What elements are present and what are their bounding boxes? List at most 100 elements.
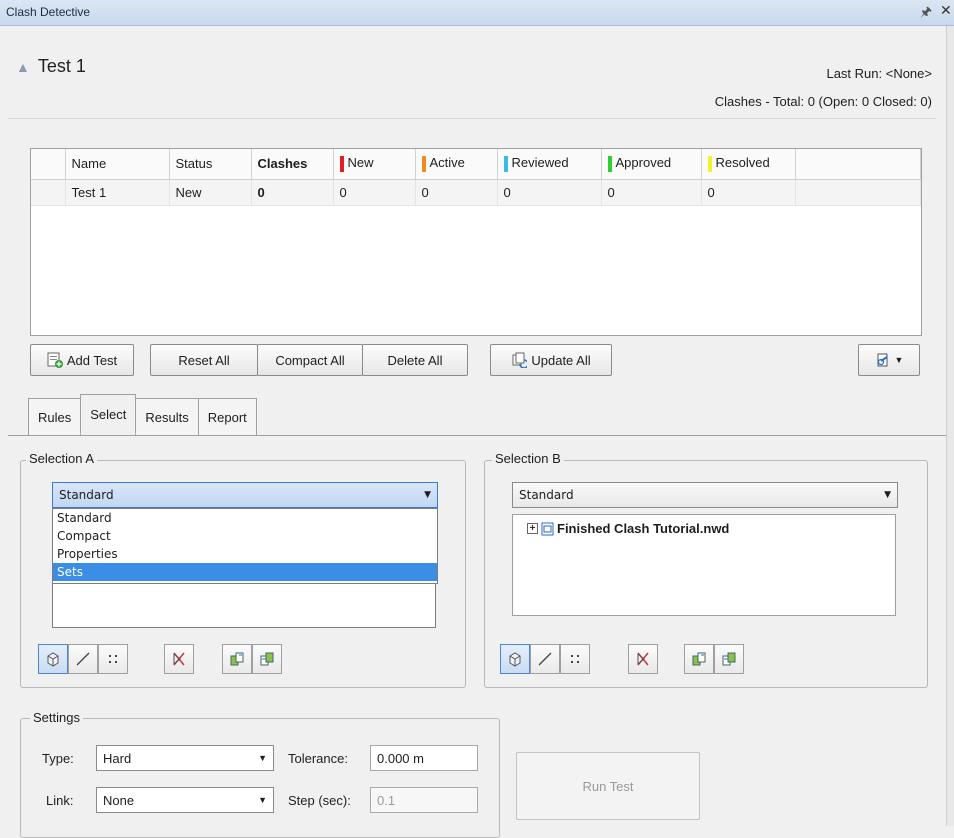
cell-active: 0 (415, 179, 498, 206)
use-current-selection-button[interactable] (684, 644, 714, 674)
points-icon (571, 655, 579, 663)
use-current-selection-icon (230, 652, 244, 666)
tab-results[interactable]: Results (135, 398, 199, 436)
points-button[interactable] (98, 644, 128, 674)
cell-status: New (169, 179, 252, 206)
chevron-down-icon: ▼ (258, 753, 267, 763)
link-label: Link: (46, 793, 74, 808)
dropdown-option-properties[interactable]: Properties (53, 545, 437, 563)
new-color-swatch (339, 156, 344, 173)
selection-b-tools (500, 644, 590, 674)
add-test-button[interactable]: Add Test (30, 344, 134, 376)
selection-a-tools (38, 644, 128, 674)
tab-report[interactable]: Report (197, 398, 257, 436)
step-input[interactable]: 0.1 (370, 787, 478, 813)
self-intersect-icon (173, 652, 185, 666)
link-dropdown[interactable]: None ▼ (96, 787, 274, 813)
tree-item-root[interactable]: + Finished Clash Tutorial.nwd (527, 521, 895, 536)
column-header-new[interactable]: New (333, 149, 416, 180)
settings-label: Settings (30, 710, 83, 725)
self-intersect-button[interactable] (164, 644, 194, 674)
use-current-selection-icon (692, 652, 706, 666)
dropdown-option-standard[interactable]: Standard (53, 509, 437, 527)
chevron-down-icon: ▼ (894, 355, 904, 365)
add-test-icon (47, 352, 63, 368)
column-header-approved[interactable]: Approved (601, 149, 702, 180)
grid-row-header (31, 149, 66, 180)
resolved-color-swatch (707, 156, 712, 173)
lines-button[interactable] (530, 644, 560, 674)
export-dropdown-button[interactable]: ▼ (858, 344, 920, 376)
tests-grid[interactable]: Name Status Clashes New Active Reviewed … (30, 148, 922, 336)
surfaces-button[interactable] (38, 644, 68, 674)
export-icon (877, 353, 888, 367)
selection-a-dropdown-list[interactable]: Standard Compact Properties Sets (52, 508, 438, 584)
tolerance-label: Tolerance: (288, 751, 348, 766)
update-all-button[interactable]: Update All (490, 344, 612, 376)
type-label: Type: (42, 751, 74, 766)
tab-select[interactable]: Select (80, 394, 137, 434)
lines-icon (538, 652, 552, 666)
test-header[interactable]: ▲ Test 1 (16, 56, 86, 77)
points-button[interactable] (560, 644, 590, 674)
chevron-down-icon: ▼ (424, 490, 431, 500)
step-label: Step (sec): (288, 793, 351, 808)
reset-all-button[interactable]: Reset All (150, 344, 258, 376)
update-all-icon (512, 352, 528, 368)
select-in-scene-button[interactable] (714, 644, 744, 674)
column-header-active[interactable]: Active (415, 149, 498, 180)
divider (8, 118, 936, 119)
column-header-reviewed[interactable]: Reviewed (497, 149, 602, 180)
collapse-chevron-icon[interactable]: ▲ (16, 59, 30, 75)
title-bar: Clash Detective 🖈 ✕ (0, 0, 954, 26)
selection-a-sync (222, 644, 282, 674)
column-header-clashes[interactable]: Clashes (251, 149, 334, 180)
settings-group (20, 718, 500, 838)
selection-a-label: Selection A (26, 451, 98, 466)
self-intersect-icon (637, 652, 649, 666)
expand-plus-icon[interactable]: + (527, 523, 538, 534)
approved-color-swatch (607, 156, 612, 173)
cell-name: Test 1 (65, 179, 170, 206)
selection-b-label: Selection B (492, 451, 564, 466)
dropdown-option-sets[interactable]: Sets (53, 563, 437, 581)
close-icon[interactable]: ✕ (940, 2, 952, 19)
chevron-down-icon: ▼ (258, 795, 267, 805)
type-dropdown[interactable]: Hard ▼ (96, 745, 274, 771)
tab-rules[interactable]: Rules (28, 398, 82, 436)
vertical-scrollbar[interactable] (946, 26, 954, 826)
last-run-label: Last Run: <None> (826, 66, 932, 81)
column-header-filler (795, 149, 921, 180)
active-color-swatch (421, 156, 426, 173)
surfaces-icon (47, 652, 59, 667)
dropdown-option-compact[interactable]: Compact (53, 527, 437, 545)
delete-all-button[interactable]: Delete All (362, 344, 468, 376)
run-test-button[interactable]: Run Test (516, 752, 700, 820)
tab-strip: Rules Select Results Report (28, 394, 257, 436)
select-in-scene-icon (260, 652, 274, 666)
selection-a-dropdown[interactable]: Standard ▼ (52, 482, 438, 508)
self-intersect-button[interactable] (628, 644, 658, 674)
use-current-selection-button[interactable] (222, 644, 252, 674)
column-header-name[interactable]: Name (65, 149, 170, 180)
chevron-down-icon: ▼ (884, 490, 891, 500)
column-header-status[interactable]: Status (169, 149, 252, 180)
column-header-resolved[interactable]: Resolved (701, 149, 796, 180)
selection-b-sync (684, 644, 744, 674)
surfaces-button[interactable] (500, 644, 530, 674)
lines-button[interactable] (68, 644, 98, 674)
selection-b-tree[interactable]: + Finished Clash Tutorial.nwd (512, 514, 896, 616)
tolerance-input[interactable]: 0.000 m (370, 745, 478, 771)
test-name: Test 1 (37, 56, 86, 76)
surfaces-icon (509, 652, 521, 667)
file-icon (541, 522, 554, 535)
tab-divider (8, 435, 946, 436)
select-in-scene-button[interactable] (252, 644, 282, 674)
cell-new: 0 (333, 179, 416, 206)
table-row[interactable]: Test 1 New 0 0 0 0 0 0 (31, 179, 921, 206)
selection-b-dropdown[interactable]: Standard ▼ (512, 482, 898, 508)
compact-all-button[interactable]: Compact All (257, 344, 363, 376)
points-icon (109, 655, 117, 663)
pin-icon[interactable]: 🖈 (920, 3, 932, 25)
select-in-scene-icon (722, 652, 736, 666)
